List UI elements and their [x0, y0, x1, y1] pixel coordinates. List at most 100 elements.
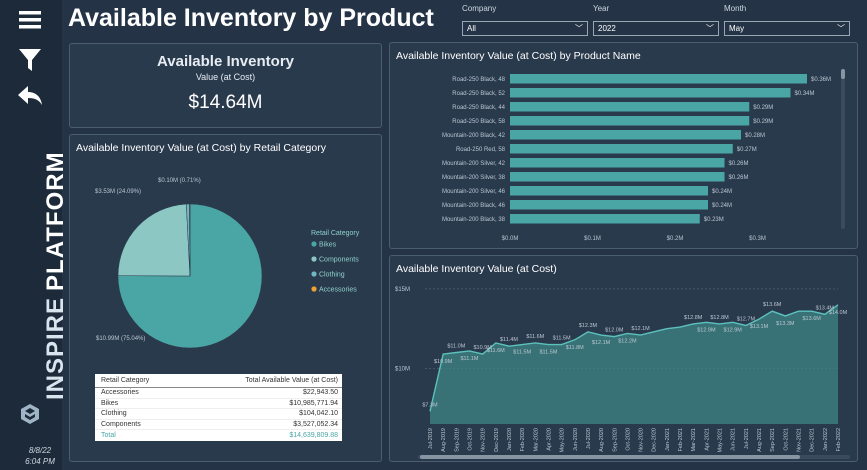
area-x-tick-label: Sep-2020 [612, 428, 618, 452]
area-x-tick-label: Nov-2021 [797, 428, 803, 452]
pie-legend-marker [311, 256, 317, 262]
area-data-label: $13.1M [750, 324, 769, 330]
chevron-down-icon: ﹀ [706, 24, 714, 33]
bar [510, 102, 750, 112]
pie-legend-item: Components [319, 257, 359, 264]
bar [510, 214, 700, 224]
area-y-tick-label: $10M [395, 366, 410, 372]
bar [510, 116, 750, 126]
company-slicer: Company All ﹀ [462, 4, 588, 36]
bar-value-label: $0.26M [729, 161, 749, 167]
area-x-tick-label: Dec-2020 [652, 428, 658, 452]
area-y-tick-label: $15M [395, 287, 410, 293]
bar-value-label: $0.28M [745, 133, 765, 139]
month-slicer: Month May ﹀ [724, 4, 850, 36]
bar-category-label: Mountain-200 Silver, 42 [442, 161, 506, 167]
area-data-label: $11.5M [539, 350, 557, 356]
year-dropdown[interactable]: 2022 ﹀ [593, 21, 719, 36]
area-data-label: $12.2M [618, 338, 637, 344]
bar [510, 158, 725, 168]
area-x-tick-label: Jun-2021 [731, 428, 737, 451]
bar-category-label: Road-250 Black, 52 [452, 91, 505, 97]
area-x-tick-label: Mar-2021 [691, 428, 697, 452]
area-x-tick-label: May-2021 [718, 428, 724, 452]
company-dropdown[interactable]: All ﹀ [462, 21, 588, 36]
table-row[interactable]: Accessories $22,943.50 [95, 388, 342, 399]
table-row[interactable]: Clothing $104,042.10 [95, 409, 342, 420]
area-data-label: $11.4M [500, 337, 518, 343]
bar-value-label: $0.34M [795, 91, 815, 97]
table-cell: Accessories [101, 389, 139, 397]
area-chart[interactable]: $10M$15M$7.3M$10.9M$11.0M$11.1M$10.9M$11… [390, 256, 859, 463]
company-slicer-label: Company [462, 4, 497, 13]
pie-legend-marker [311, 241, 317, 247]
table-cell: $22,943.50 [302, 389, 338, 397]
area-x-tick-label: Feb-2021 [678, 428, 684, 452]
brand-platform: PLATFORM [42, 151, 69, 291]
bar-value-label: $0.29M [753, 105, 773, 111]
area-x-tick-label: Jul-2020 [586, 428, 592, 449]
area-x-tick-label: Oct-2021 [783, 428, 789, 451]
area-chart-card[interactable]: Available Inventory Value (at Cost) $10M… [389, 255, 858, 462]
pie-legend-item: Bikes [319, 242, 337, 249]
area-data-label: $10.9M [434, 359, 453, 365]
table-cell: Bikes [101, 399, 119, 407]
area-x-tick-label: Oct-2020 [625, 428, 631, 451]
menu-icon[interactable] [19, 10, 41, 30]
month-dropdown[interactable]: May ﹀ [724, 21, 850, 36]
bar [510, 172, 725, 182]
bar-category-label: Mountain-200 Black, 38 [442, 217, 506, 223]
category-table[interactable]: Retail Category Total Available Value (a… [95, 374, 342, 441]
table-row[interactable]: Components $3,527,052.34 [95, 420, 342, 430]
area-x-tick-label: Nov-2019 [481, 428, 487, 452]
area-data-label: $12.8M [710, 315, 729, 321]
sidebar: INSPIRE PLATFORM 8/8/22 6:04 PM [0, 0, 69, 470]
area-data-label: $12.3M [579, 323, 598, 329]
filter-icon[interactable] [19, 48, 41, 72]
area-data-label: $13.6M [802, 316, 821, 322]
chevron-down-icon: ﹀ [837, 24, 845, 33]
bar [510, 88, 791, 98]
year-value: 2022 [598, 24, 616, 33]
bar-chart[interactable]: Road-250 Black, 48 $0.36M Road-250 Black, … [390, 43, 859, 250]
bar-chart-card[interactable]: Available Inventory Value (at Cost) by P… [389, 42, 858, 249]
table-header-row: Retail Category Total Available Value (a… [95, 374, 342, 388]
bar-category-label: Mountain-200 Black, 42 [442, 133, 506, 139]
area-data-label: $13.6M [763, 302, 782, 308]
table-header-value: Total Available Value (at Cost) [245, 377, 338, 384]
bar-value-label: $0.23M [704, 217, 724, 223]
pie-data-label: $3.53M (24.09%) [95, 189, 141, 195]
area-data-label: $12.7M [737, 316, 756, 322]
area-data-label: $12.9M [724, 327, 743, 333]
bar-category-label: Road-250 Black, 58 [452, 119, 505, 125]
area-data-label: $7.3M [422, 402, 438, 408]
pie-data-label: $10.99M (75.04%) [96, 336, 145, 342]
month-slicer-label: Month [724, 4, 747, 13]
kpi-value: $14.64M [188, 92, 263, 113]
area-x-tick-label: Dec-2021 [810, 428, 816, 452]
bar-category-label: Road-250 Black, 48 [452, 77, 505, 83]
area-x-tick-label: Feb-2020 [520, 428, 526, 452]
area-x-tick-label: Feb-2022 [836, 428, 842, 452]
bar [510, 144, 733, 154]
area-x-tick-label: Aug-2020 [599, 428, 605, 452]
kpi-card[interactable]: Available Inventory Value (at Cost) $14.… [69, 43, 382, 128]
area-data-label: $12.9M [697, 327, 716, 333]
area-data-label: $14.0M [829, 310, 848, 316]
area-scrollbar-thumb [420, 455, 800, 459]
bar-value-label: $0.26M [729, 175, 749, 181]
dashboard: INSPIRE PLATFORM 8/8/22 6:04 PM Available… [0, 0, 867, 470]
table-row[interactable]: Bikes $10,985,771.94 [95, 399, 342, 409]
year-slicer-label: Year [593, 4, 610, 13]
back-arrow-icon[interactable] [18, 84, 42, 106]
area-data-label: $11.5M [513, 350, 531, 356]
area-x-tick-label: May-2020 [560, 428, 566, 452]
bar [510, 130, 741, 140]
area-x-tick-label: Jan-2022 [823, 428, 829, 451]
bar-x-tick-label: $0.0M [502, 236, 519, 242]
pie-legend-marker [311, 271, 317, 277]
company-value: All [467, 24, 476, 33]
table-total-label: Total [101, 431, 116, 439]
area-data-label: $12.1M [631, 326, 650, 332]
page-title: Available Inventory by Product [68, 4, 434, 32]
